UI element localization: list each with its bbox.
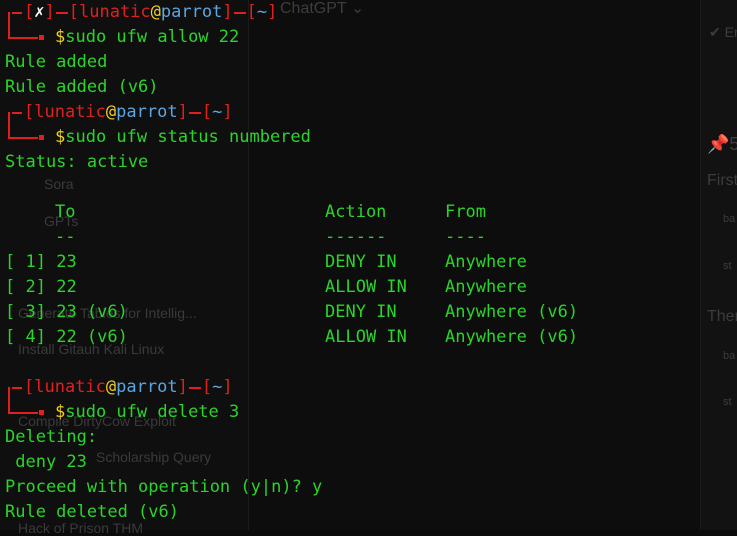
- table-row: [ 2] 22 ALLOW IN Anywhere: [5, 277, 527, 297]
- table-row: [ 4] 22 (v6) ALLOW IN Anywhere (v6): [5, 327, 579, 347]
- prompt-dir: ~: [212, 102, 223, 122]
- table-row: [ 3] 23 (v6) DENY IN Anywhere (v6): [5, 302, 579, 322]
- prompt-line: [lunatic @ parrot][~]: [5, 375, 737, 400]
- command-text: sudo ufw status numbered: [65, 127, 311, 147]
- prompt-user: lunatic: [34, 377, 106, 397]
- header-from: From: [445, 202, 486, 222]
- output-line: Rule added (v6): [5, 77, 159, 97]
- header-to: To: [55, 202, 76, 222]
- output-line: Status: active: [5, 152, 149, 172]
- fail-mark: ✗: [34, 2, 45, 22]
- prompt-dir: ~: [212, 377, 223, 397]
- prompt-dir: ~: [256, 2, 268, 22]
- prompt-corner: [5, 113, 47, 150]
- terminal-window[interactable]: [✗][lunatic @ parrot][~] $ sudo ufw allow 2…: [0, 0, 737, 530]
- command-line: $ sudo ufw status numbered: [5, 113, 737, 150]
- output-line: deny 23: [5, 452, 87, 472]
- prompt-user: lunatic: [79, 2, 151, 22]
- header-action: Action: [325, 202, 387, 222]
- prompt-host: parrot: [116, 102, 178, 122]
- prompt-user: lunatic: [34, 102, 106, 122]
- command-text: sudo ufw delete 3: [65, 402, 240, 422]
- table-underline: -- ------ ----: [55, 227, 486, 247]
- output-line: Proceed with operation (y|n)? y: [5, 477, 323, 497]
- prompt-line: [lunatic @ parrot][~]: [5, 100, 737, 125]
- output-line: Deleting:: [5, 427, 98, 447]
- output-line: Rule deleted (v6): [5, 502, 179, 522]
- prompt-host: parrot: [160, 2, 223, 22]
- prompt-corner: [5, 388, 47, 425]
- command-text: sudo ufw allow 22: [65, 27, 240, 47]
- table-row: [ 1] 23 DENY IN Anywhere: [5, 252, 527, 272]
- prompt-host: parrot: [116, 377, 178, 397]
- output-line: Rule added: [5, 52, 108, 72]
- command-line: $ sudo ufw delete 3: [5, 388, 737, 425]
- table-header: To Action From: [5, 200, 737, 225]
- prompt-corner: [5, 13, 47, 50]
- prompt-line: [✗][lunatic @ parrot][~]: [5, 0, 737, 25]
- command-line: $ sudo ufw allow 22: [5, 13, 737, 50]
